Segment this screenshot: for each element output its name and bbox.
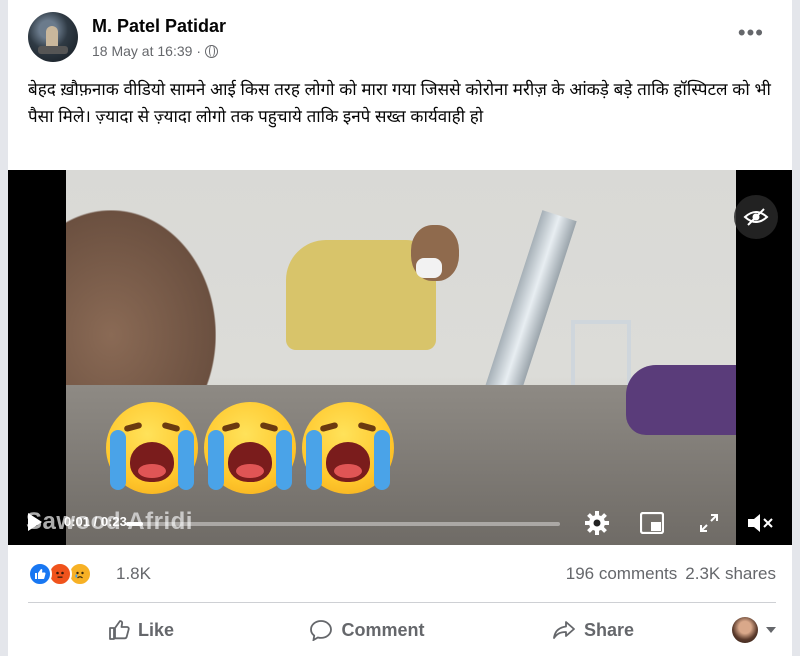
post-timestamp[interactable]: 18 May at 16:39 xyxy=(92,43,192,59)
emoji-tongue xyxy=(138,464,166,478)
like-button[interactable]: Like xyxy=(28,608,254,652)
like-icon xyxy=(28,562,52,586)
brow-left xyxy=(319,421,339,433)
post-actions: Like Comment Share xyxy=(28,608,776,652)
avatar-figure xyxy=(46,26,58,48)
muted-volume-icon[interactable] xyxy=(746,511,774,540)
comment-icon xyxy=(310,620,333,641)
brow-right xyxy=(357,421,377,433)
fullscreen-svg xyxy=(700,514,718,532)
share-icon xyxy=(553,621,575,639)
reaction-profile-selector[interactable] xyxy=(706,608,776,652)
meta-separator: · xyxy=(196,43,202,59)
like-icon xyxy=(109,620,130,640)
crying-emoji-icon xyxy=(302,402,394,494)
video-progress-fill xyxy=(126,522,144,526)
post-card: M. Patel Patidar 18 May at 16:39 · ••• ब… xyxy=(8,0,792,656)
video-player[interactable]: Sawood Afridi 0:01 / 0:23 xyxy=(8,170,792,545)
tear-right xyxy=(276,430,292,490)
crying-emoji-icon xyxy=(106,402,198,494)
sad-reaction-svg xyxy=(75,571,84,579)
tear-right xyxy=(374,430,390,490)
video-frame[interactable] xyxy=(66,170,736,545)
eye-slash-svg xyxy=(743,208,769,226)
brow-right xyxy=(161,421,181,433)
post-meta: 18 May at 16:39 · xyxy=(92,43,219,59)
author-name[interactable]: M. Patel Patidar xyxy=(92,16,226,37)
more-options-button[interactable]: ••• xyxy=(738,20,764,46)
like-reaction-svg xyxy=(35,569,46,579)
play-icon[interactable] xyxy=(28,513,42,531)
engagement-stats: 196 comments 2.3K shares xyxy=(566,564,776,584)
chevron-down-icon xyxy=(766,627,776,633)
fullscreen-icon[interactable] xyxy=(698,512,720,539)
tear-left xyxy=(110,430,126,490)
emoji-tongue xyxy=(236,464,264,478)
emoji-tongue xyxy=(334,464,362,478)
brow-right xyxy=(259,421,279,433)
post-header: M. Patel Patidar 18 May at 16:39 · ••• xyxy=(28,12,776,62)
avatar-figure-base xyxy=(38,46,68,54)
brow-left xyxy=(123,421,143,433)
post-stats: 1.8K 196 comments 2.3K shares xyxy=(28,560,776,590)
crying-emoji-icon xyxy=(204,402,296,494)
post-text: बेहद ख़ौफ़नाक वीडियो सामने आई किस तरह लो… xyxy=(28,80,771,126)
share-label: Share xyxy=(583,619,635,640)
pip-svg xyxy=(639,511,665,535)
settings-svg xyxy=(585,511,609,535)
video-time: 0:01 / 0:23 xyxy=(64,514,127,529)
brow-left xyxy=(221,421,241,433)
profile-avatar xyxy=(732,617,758,643)
tear-left xyxy=(306,430,322,490)
shares-count[interactable]: 2.3K shares xyxy=(685,564,776,584)
author-avatar[interactable] xyxy=(28,12,78,62)
comment-label: Comment xyxy=(341,619,425,640)
video-scene-blanket xyxy=(626,365,736,435)
globe-icon[interactable] xyxy=(205,44,219,58)
reaction-icons[interactable] xyxy=(28,562,106,586)
picture-in-picture-icon[interactable] xyxy=(639,511,665,539)
angry-reaction-svg xyxy=(56,571,64,578)
tear-right xyxy=(178,430,194,490)
comments-count[interactable]: 196 comments xyxy=(566,564,678,584)
volume-svg xyxy=(748,514,773,532)
share-button[interactable]: Share xyxy=(480,608,706,652)
video-controls: 0:01 / 0:23 xyxy=(8,501,792,545)
tear-left xyxy=(208,430,224,490)
like-label: Like xyxy=(137,619,175,640)
settings-icon[interactable] xyxy=(584,510,610,541)
reaction-count[interactable]: 1.8K xyxy=(116,564,151,584)
video-progress-bar[interactable] xyxy=(126,522,560,526)
actions-divider xyxy=(28,602,776,603)
comment-button[interactable]: Comment xyxy=(254,608,480,652)
video-scene-mask xyxy=(416,258,442,278)
eye-slash-icon[interactable] xyxy=(734,195,778,239)
